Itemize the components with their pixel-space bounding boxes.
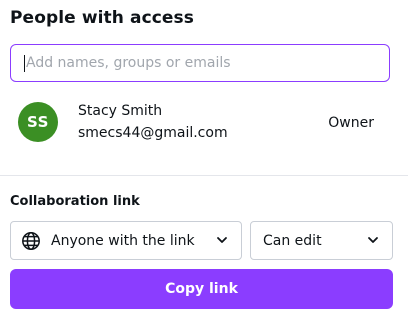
person-role: Owner: [328, 115, 374, 131]
permission-value: Can edit: [263, 232, 322, 249]
person-row: SS Stacy Smith smecs44@gmail.com Owner: [18, 100, 388, 148]
collaboration-link-label: Collaboration link: [10, 194, 140, 209]
chevron-down-icon: [366, 233, 380, 247]
person-email: smecs44@gmail.com: [78, 125, 228, 141]
panel-title: People with access: [10, 8, 194, 28]
globe-icon: [21, 231, 41, 251]
copy-link-button[interactable]: Copy link: [10, 269, 393, 309]
person-name: Stacy Smith: [78, 103, 163, 119]
search-placeholder: Add names, groups or emails: [26, 55, 231, 71]
link-access-value: Anyone with the link: [51, 232, 195, 249]
share-search-input[interactable]: Add names, groups or emails: [10, 44, 390, 82]
link-access-dropdown[interactable]: Anyone with the link: [10, 221, 242, 260]
permission-dropdown[interactable]: Can edit: [250, 221, 393, 260]
chevron-down-icon: [215, 233, 229, 247]
section-divider: [0, 175, 408, 176]
avatar: SS: [18, 102, 58, 142]
text-caret: [24, 54, 25, 72]
